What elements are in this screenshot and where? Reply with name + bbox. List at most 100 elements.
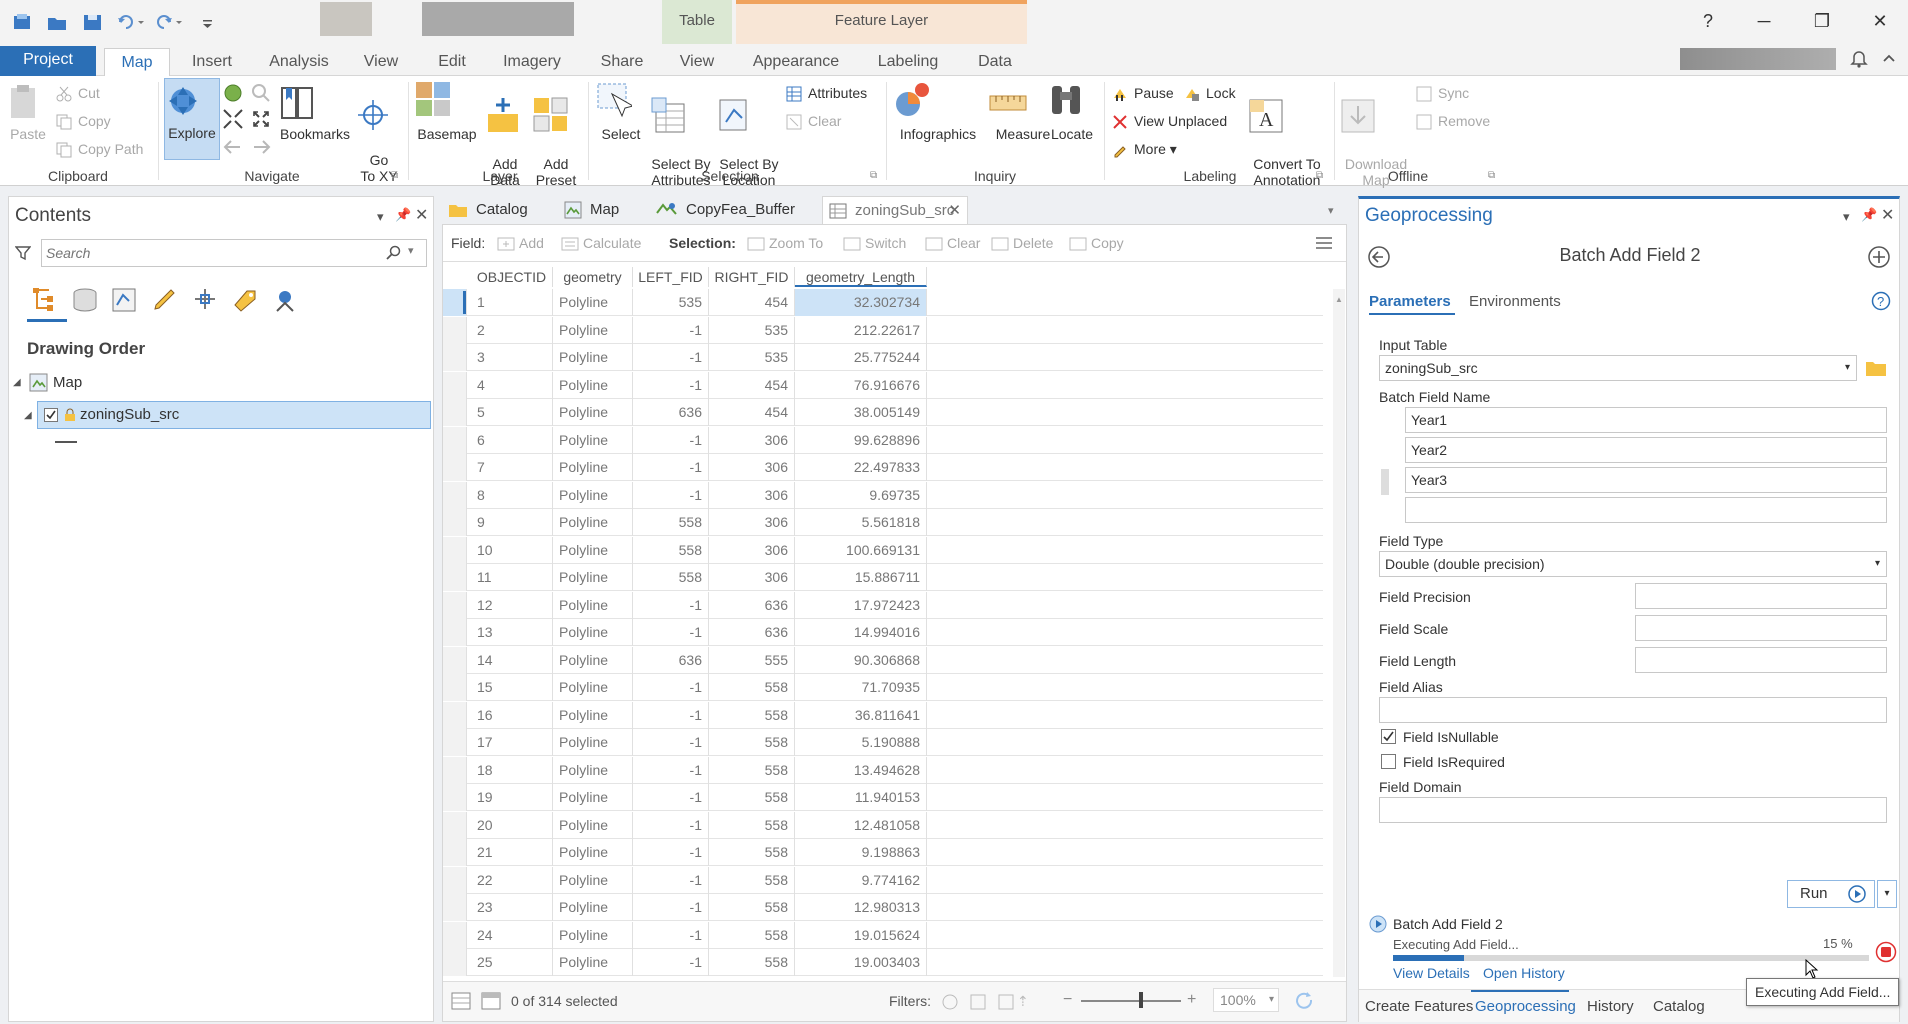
table-cell-right-fid[interactable]: 535: [709, 344, 795, 371]
tab-insert[interactable]: Insert: [182, 48, 242, 76]
table-row[interactable]: 1 Polyline 535 454 32.302734: [443, 289, 1323, 317]
table-cell-geometry-length[interactable]: 99.628896: [795, 426, 927, 454]
selection-options-icon[interactable]: ⧉: [870, 170, 877, 181]
list-by-source-icon[interactable]: [71, 287, 99, 313]
tab-list-dropdown-icon[interactable]: ▾: [1328, 204, 1334, 217]
cut-button[interactable]: Cut: [56, 82, 100, 104]
tab-view[interactable]: View: [356, 48, 406, 76]
table-cell-geometry-length[interactable]: 9.774162: [795, 866, 927, 894]
table-cell-geometry-length[interactable]: 14.994016: [795, 619, 927, 646]
table-cell-objectid[interactable]: 15: [471, 674, 553, 701]
tab-catalog-pane[interactable]: Catalog: [1653, 998, 1705, 1015]
table-cell-right-fid[interactable]: 306: [709, 481, 795, 509]
calculate-field-button[interactable]: Calculate: [561, 233, 641, 253]
row-header[interactable]: [443, 921, 467, 949]
list-by-drawing-order-icon[interactable]: [31, 287, 61, 313]
paste-button[interactable]: Paste: [6, 82, 50, 142]
table-cell-left-fid[interactable]: -1: [633, 591, 709, 619]
field-type-select[interactable]: Double (double precision) ▾: [1379, 551, 1887, 577]
row-header[interactable]: [443, 839, 467, 866]
table-row[interactable]: 14 Polyline 636 555 90.306868: [443, 646, 1323, 674]
tab-create-features[interactable]: Create Features: [1365, 998, 1473, 1015]
list-by-selection-icon[interactable]: [111, 287, 139, 313]
table-cell-geometry-length[interactable]: 22.497833: [795, 454, 927, 481]
table-cell-left-fid[interactable]: 636: [633, 399, 709, 426]
table-cell-geometry[interactable]: Polyline: [553, 289, 633, 316]
row-header[interactable]: [443, 674, 467, 701]
table-cell-right-fid[interactable]: 558: [709, 866, 795, 894]
table-row[interactable]: 24 Polyline -1 558 19.015624: [443, 921, 1323, 949]
tab-labeling[interactable]: Labeling: [868, 48, 948, 76]
input-table-dropdown-icon[interactable]: ▾: [1845, 356, 1850, 380]
run-button[interactable]: Run: [1787, 880, 1875, 908]
table-cell-right-fid[interactable]: 454: [709, 289, 795, 316]
tab-share[interactable]: Share: [592, 48, 652, 76]
row-header[interactable]: [443, 536, 467, 564]
table-cell-geometry[interactable]: Polyline: [553, 619, 633, 646]
table-cell-geometry[interactable]: Polyline: [553, 481, 633, 509]
tab-data[interactable]: Data: [970, 48, 1020, 76]
table-row[interactable]: 9 Polyline 558 306 5.561818: [443, 509, 1323, 537]
cancel-run-icon[interactable]: [1875, 941, 1897, 963]
table-cell-objectid[interactable]: 5: [471, 399, 553, 426]
table-cell-geometry-length[interactable]: 11.940153: [795, 784, 927, 811]
table-cell-left-fid[interactable]: -1: [633, 619, 709, 646]
row-header[interactable]: [443, 866, 467, 894]
table-cell-geometry-length[interactable]: 19.003403: [795, 949, 927, 976]
table-cell-left-fid[interactable]: 636: [633, 646, 709, 674]
batch-field-3[interactable]: Year3: [1405, 467, 1887, 493]
table-cell-right-fid[interactable]: 306: [709, 454, 795, 481]
table-cell-geometry[interactable]: Polyline: [553, 344, 633, 371]
table-cell-geometry[interactable]: Polyline: [553, 426, 633, 454]
filter-extent-icon[interactable]: [941, 993, 959, 1011]
zoom-slider-thumb[interactable]: [1139, 992, 1143, 1008]
table-row[interactable]: 8 Polyline -1 306 9.69735: [443, 481, 1323, 509]
go-to-xy-button[interactable]: Go To XY: [356, 82, 402, 184]
row-header[interactable]: [443, 756, 467, 784]
new-project-icon[interactable]: [12, 12, 34, 32]
table-cell-objectid[interactable]: 24: [471, 921, 553, 949]
table-cell-objectid[interactable]: 9: [471, 509, 553, 536]
sync-button[interactable]: Sync: [1416, 82, 1469, 104]
refresh-icon[interactable]: [1293, 991, 1315, 1011]
infographics-button[interactable]: Infographics: [892, 80, 984, 142]
row-header[interactable]: [443, 316, 467, 344]
row-header[interactable]: [443, 619, 467, 646]
expand-layer-icon[interactable]: ◢: [24, 410, 32, 421]
table-row[interactable]: 18 Polyline -1 558 13.494628: [443, 756, 1323, 784]
help-icon[interactable]: ?: [1871, 291, 1891, 311]
filter-icon[interactable]: [15, 245, 31, 261]
batch-field-2[interactable]: Year2: [1405, 437, 1887, 463]
table-cell-geometry-length[interactable]: 19.015624: [795, 921, 927, 949]
show-all-records-icon[interactable]: [451, 992, 471, 1010]
table-cell-geometry[interactable]: Polyline: [553, 839, 633, 866]
table-cell-geometry-length[interactable]: 90.306868: [795, 646, 927, 674]
open-project-icon[interactable]: [46, 12, 68, 32]
table-cell-objectid[interactable]: 22: [471, 866, 553, 894]
fixed-zoom-out-icon[interactable]: [250, 108, 272, 130]
copy-button[interactable]: Copy: [56, 110, 111, 132]
row-header[interactable]: [443, 811, 467, 839]
input-table-select[interactable]: zoningSub_src ▾: [1379, 355, 1857, 381]
row-header[interactable]: [443, 646, 467, 674]
table-cell-left-fid[interactable]: 558: [633, 536, 709, 564]
tab-analysis[interactable]: Analysis: [262, 48, 336, 76]
table-cell-geometry-length[interactable]: 71.70935: [795, 674, 927, 701]
previous-extent-icon[interactable]: [222, 138, 244, 156]
table-cell-right-fid[interactable]: 306: [709, 564, 795, 591]
table-row[interactable]: 21 Polyline -1 558 9.198863: [443, 839, 1323, 867]
table-cell-geometry[interactable]: Polyline: [553, 399, 633, 426]
remove-button[interactable]: Remove: [1416, 110, 1490, 132]
table-cell-geometry-length[interactable]: 38.005149: [795, 399, 927, 426]
basemap-button[interactable]: Basemap: [414, 80, 480, 142]
table-cell-right-fid[interactable]: 535: [709, 316, 795, 344]
list-by-snapping-icon[interactable]: [191, 287, 219, 313]
table-cell-right-fid[interactable]: 558: [709, 729, 795, 756]
table-cell-right-fid[interactable]: 636: [709, 619, 795, 646]
field-length-input[interactable]: [1635, 647, 1887, 673]
table-cell-geometry[interactable]: Polyline: [553, 756, 633, 784]
redo-icon[interactable]: [154, 12, 182, 32]
row-header[interactable]: [443, 564, 467, 591]
table-cell-objectid[interactable]: 20: [471, 811, 553, 839]
pause-labels-button[interactable]: Pause: [1112, 82, 1174, 104]
